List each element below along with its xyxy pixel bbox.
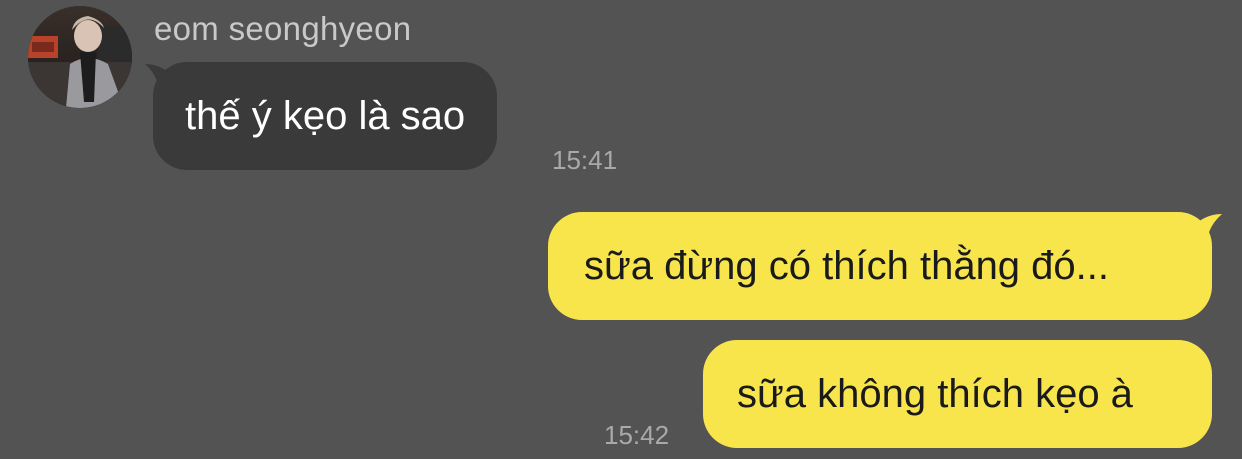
message-timestamp: 15:42	[604, 420, 670, 450]
message-timestamp: 15:41	[552, 145, 618, 175]
incoming-message-bubble[interactable]: thế ý kẹo là sao	[153, 62, 498, 170]
message-text: sữa không thích kẹo à	[737, 372, 1133, 416]
sender-name: eom seonghyeon	[154, 10, 412, 47]
avatar-photo-icon	[28, 6, 132, 108]
outgoing-message-bubble[interactable]: sữa không thích kẹo à	[703, 340, 1212, 448]
message-text: thế ý kẹo là sao	[185, 94, 466, 138]
chat-view: eom seonghyeon thế ý kẹo là sao 15:41 sữ…	[0, 0, 1242, 459]
message-text: sữa đừng có thích thằng đó...	[584, 244, 1109, 288]
contact-avatar[interactable]	[28, 6, 132, 108]
outgoing-message-bubble[interactable]: sữa đừng có thích thằng đó...	[548, 212, 1212, 320]
